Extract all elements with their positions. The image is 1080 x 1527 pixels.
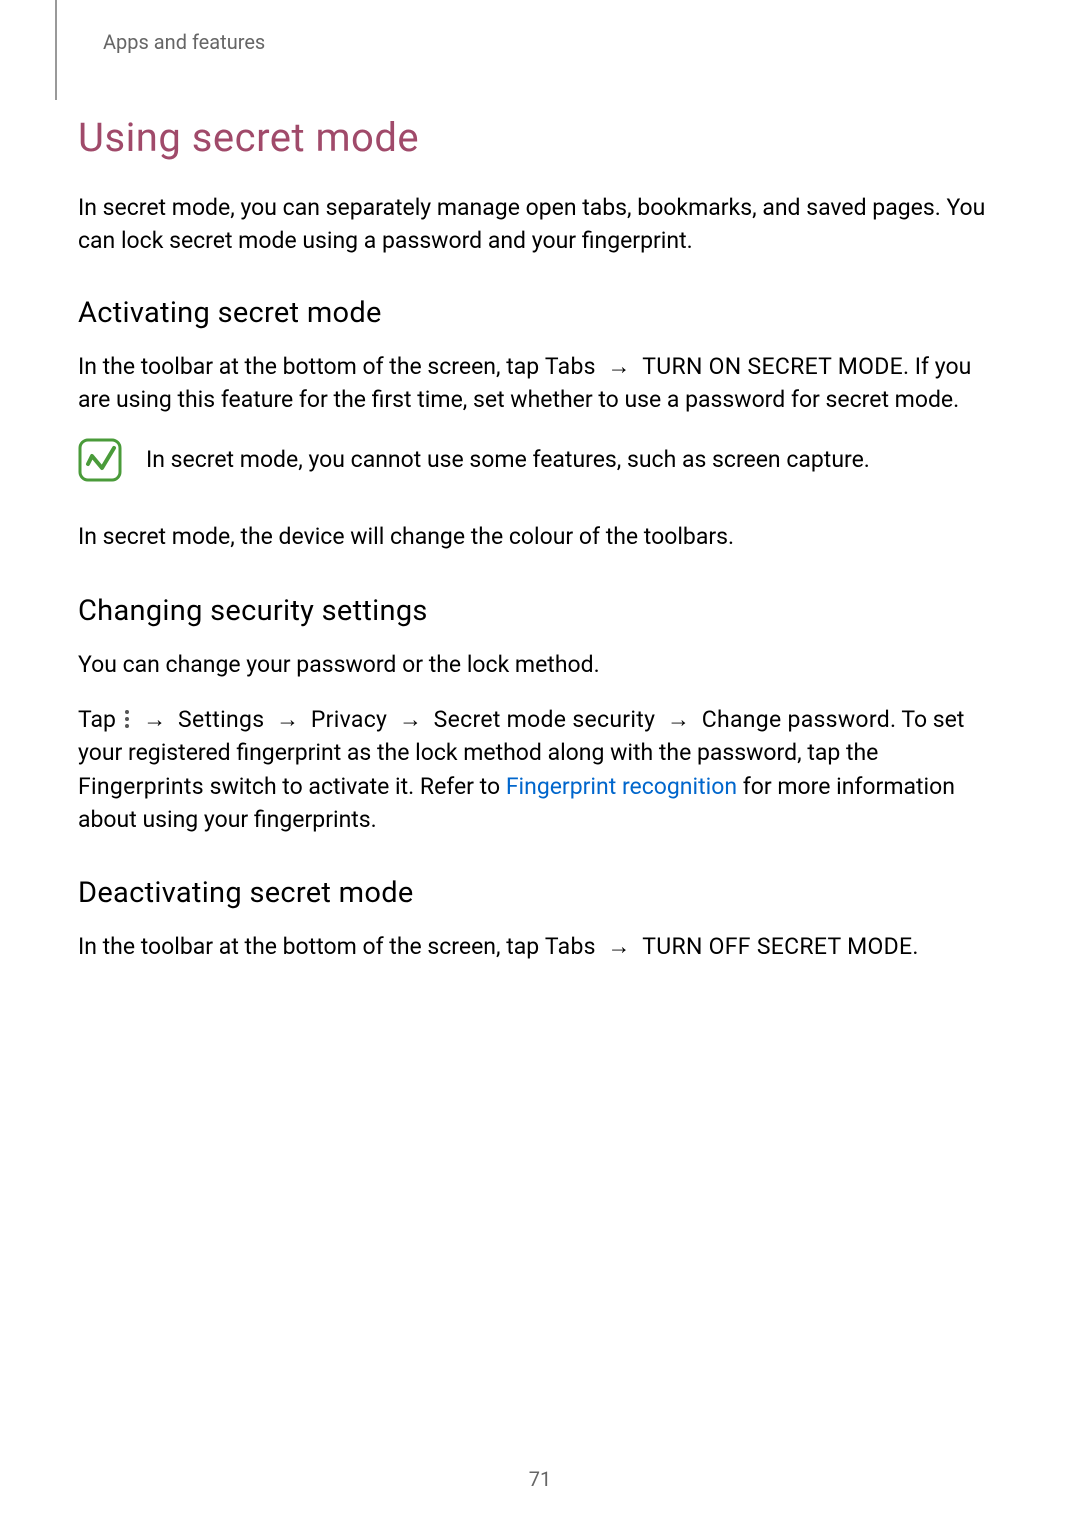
section-changing: Changing security settings You can chang… [78, 594, 1002, 837]
arrow-icon: → [264, 706, 310, 733]
arrow-icon: → [387, 706, 433, 733]
more-options-icon [125, 710, 129, 728]
changing-steps: Tap → Settings → Privacy → Secret mode s… [78, 703, 1002, 836]
fingerprint-recognition-link[interactable]: Fingerprint recognition [506, 773, 737, 800]
heading-changing: Changing security settings [78, 594, 1002, 628]
deactivating-instructions: In the toolbar at the bottom of the scre… [78, 930, 1002, 963]
note-text: In secret mode, you cannot use some feat… [146, 444, 870, 476]
arrow-icon: → [132, 706, 178, 733]
arrow-icon: → [596, 933, 642, 960]
breadcrumb: Apps and features [103, 30, 1002, 54]
change-password-label: Change password [702, 706, 890, 733]
settings-label: Settings [178, 706, 264, 733]
turn-off-secret-mode-label: TURN OFF SECRET MODE [642, 933, 912, 960]
turn-on-secret-mode-label: TURN ON SECRET MODE [642, 353, 903, 380]
changing-intro: You can change your password or the lock… [78, 648, 1002, 681]
page-title: Using secret mode [78, 114, 1002, 161]
note-icon [78, 438, 122, 482]
text: . [912, 933, 918, 960]
text: In the toolbar at the bottom of the scre… [78, 353, 545, 380]
page-number: 71 [0, 1467, 1080, 1491]
page-content: Apps and features Using secret mode In s… [0, 0, 1080, 964]
secret-mode-security-label: Secret mode security [434, 706, 656, 733]
text: Tap [78, 706, 122, 733]
activating-color-note: In secret mode, the device will change t… [78, 520, 1002, 553]
fingerprints-label: Fingerprints [78, 773, 204, 800]
activating-instructions: In the toolbar at the bottom of the scre… [78, 350, 1002, 417]
tabs-label: Tabs [545, 933, 596, 960]
note-box: In secret mode, you cannot use some feat… [78, 438, 1002, 482]
text: switch to activate it. Refer to [204, 773, 506, 800]
arrow-icon: → [655, 706, 701, 733]
arrow-icon: → [596, 353, 642, 380]
privacy-label: Privacy [311, 706, 387, 733]
heading-deactivating: Deactivating secret mode [78, 876, 1002, 910]
text: In the toolbar at the bottom of the scre… [78, 933, 545, 960]
intro-paragraph: In secret mode, you can separately manag… [78, 191, 1002, 258]
heading-activating: Activating secret mode [78, 296, 1002, 330]
section-deactivating: Deactivating secret mode In the toolbar … [78, 876, 1002, 963]
section-activating: Activating secret mode In the toolbar at… [78, 296, 1002, 554]
tabs-label: Tabs [545, 353, 596, 380]
page-border-marker [55, 0, 57, 100]
